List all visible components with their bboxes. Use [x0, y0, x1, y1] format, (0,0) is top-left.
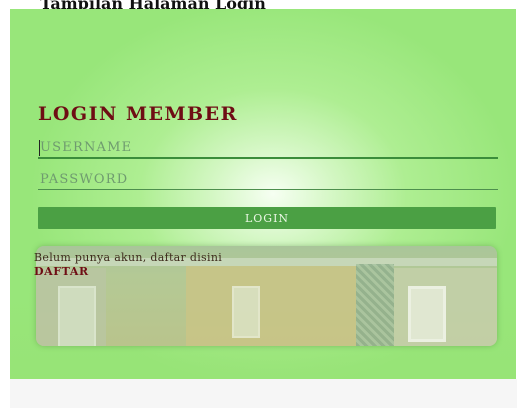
login-heading: LOGIN MEMBER [38, 103, 238, 125]
photo-door [58, 286, 96, 346]
register-prompt: Belum punya akun, daftar disini [34, 251, 223, 264]
photo-window [408, 286, 446, 342]
password-input[interactable] [38, 169, 498, 190]
footer-bar [10, 379, 517, 408]
login-panel: LOGIN MEMBER LOGIN Belum punya akun, daf… [10, 9, 516, 379]
register-link[interactable]: DAFTAR [34, 265, 89, 278]
login-button[interactable]: LOGIN [38, 207, 496, 229]
text-caret [39, 140, 40, 156]
photo-stone-wall [356, 264, 394, 346]
username-input[interactable] [38, 137, 498, 159]
photo-wall [186, 266, 356, 346]
photo-window [232, 286, 260, 338]
